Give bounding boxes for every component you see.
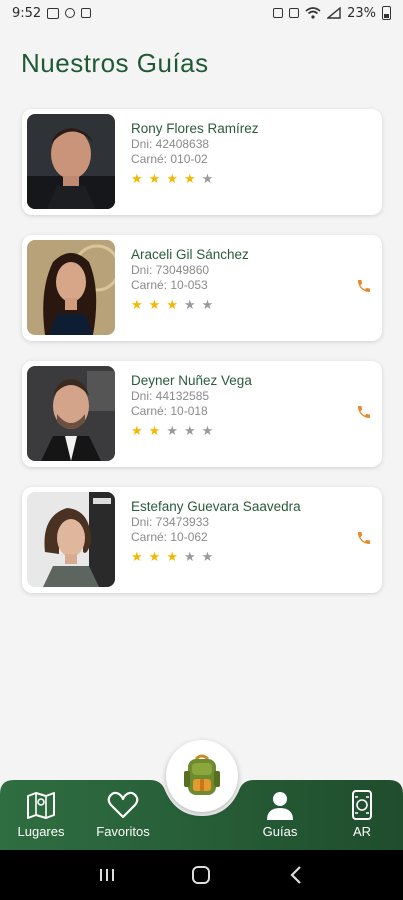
- guide-dni: Dni: 73049860: [131, 263, 210, 277]
- nav-ar-label: AR: [352, 824, 372, 839]
- nav-favoritos-label: Favoritos: [96, 824, 150, 839]
- nav-ar[interactable]: AR: [327, 788, 397, 839]
- wifi-icon: [305, 7, 321, 19]
- phone-icon[interactable]: [356, 404, 372, 420]
- guide-rating: ★ ★ ★ ★ ★: [131, 173, 352, 187]
- star-icon: ★: [148, 550, 161, 565]
- system-nav-bar: [0, 850, 403, 900]
- guide-carne: Carné: 010-02: [131, 152, 208, 166]
- guide-rating: ★ ★ ★ ★ ★: [131, 299, 352, 313]
- guide-card[interactable]: Araceli Gil Sánchez Dni: 73049860 Carné:…: [22, 235, 382, 341]
- guide-name: Estefany Guevara Saavedra: [131, 499, 301, 514]
- star-icon: ★: [201, 424, 214, 439]
- star-icon: ★: [166, 172, 178, 187]
- gallery-icon: [47, 7, 60, 19]
- guide-name: Rony Flores Ramírez: [131, 121, 259, 136]
- back-icon: [290, 866, 301, 884]
- page-title: Nuestros Guías: [21, 48, 209, 78]
- signal-icon: [327, 7, 341, 19]
- guide-rating: ★ ★ ★ ★ ★: [131, 551, 352, 565]
- guide-name: Deyner Nuñez Vega: [131, 373, 252, 388]
- star-icon: ★: [183, 550, 196, 565]
- guide-photo: [27, 114, 115, 209]
- star-icon: ★: [148, 172, 161, 187]
- person-icon: [267, 792, 293, 820]
- guide-rating: ★ ★ ★ ★ ★: [131, 425, 352, 439]
- voicemail-icon: [65, 8, 76, 18]
- star-icon: ★: [183, 298, 196, 313]
- back-button[interactable]: [281, 863, 311, 887]
- nav-guias[interactable]: Guías: [245, 788, 315, 839]
- star-icon: ★: [131, 550, 143, 565]
- star-icon: ★: [131, 424, 143, 439]
- guide-photo: [27, 492, 115, 587]
- nav-lugares[interactable]: Lugares: [6, 788, 76, 839]
- star-icon: ★: [183, 172, 196, 187]
- star-icon: ★: [183, 424, 196, 439]
- guides-list: Rony Flores Ramírez Dni: 42408638 Carné:…: [22, 109, 382, 613]
- ar-phone-icon: [352, 790, 372, 820]
- nav-favoritos[interactable]: Favoritos: [88, 788, 158, 839]
- nav-lugares-label: Lugares: [17, 824, 65, 839]
- battery-icon: [382, 6, 391, 20]
- battery-text: 23%: [347, 5, 376, 21]
- status-time: 9:52: [12, 5, 42, 21]
- star-icon: ★: [131, 298, 143, 313]
- backpack-icon: [184, 754, 220, 795]
- home-icon: [192, 866, 211, 884]
- heart-icon: [107, 791, 139, 819]
- alarm-icon: [273, 8, 284, 18]
- guide-carne: Carné: 10-053: [131, 278, 208, 292]
- home-button[interactable]: [186, 863, 216, 887]
- guide-card[interactable]: Deyner Nuñez Vega Dni: 44132585 Carné: 1…: [22, 361, 382, 467]
- nav-guias-label: Guías: [262, 824, 298, 839]
- star-icon: ★: [201, 550, 214, 565]
- guide-dni: Dni: 44132585: [131, 389, 210, 403]
- guide-photo: [27, 366, 115, 461]
- guide-photo: [27, 240, 115, 335]
- star-icon: ★: [148, 298, 161, 313]
- app-notification-icon: [81, 8, 92, 18]
- guide-dni: Dni: 73473933: [131, 515, 210, 529]
- map-icon: [27, 792, 55, 819]
- star-icon: ★: [201, 298, 214, 313]
- star-icon: ★: [166, 550, 178, 565]
- star-icon: ★: [201, 172, 214, 187]
- guide-card[interactable]: Rony Flores Ramírez Dni: 42408638 Carné:…: [22, 109, 382, 215]
- guide-carne: Carné: 10-062: [131, 530, 208, 544]
- backpack-button[interactable]: [166, 740, 238, 812]
- recent-apps-button[interactable]: [92, 863, 122, 887]
- guide-dni: Dni: 42408638: [131, 137, 210, 151]
- guide-name: Araceli Gil Sánchez: [131, 247, 249, 262]
- mute-icon: [289, 8, 300, 18]
- guide-card[interactable]: Estefany Guevara Saavedra Dni: 73473933 …: [22, 487, 382, 593]
- star-icon: ★: [166, 298, 178, 313]
- star-icon: ★: [166, 424, 178, 439]
- phone-icon[interactable]: [356, 278, 372, 294]
- guide-carne: Carné: 10-018: [131, 404, 208, 418]
- star-icon: ★: [148, 424, 161, 439]
- status-bar: 9:52 23%: [0, 0, 403, 26]
- recent-apps-icon: [100, 869, 115, 881]
- star-icon: ★: [131, 172, 143, 187]
- phone-icon[interactable]: [356, 530, 372, 546]
